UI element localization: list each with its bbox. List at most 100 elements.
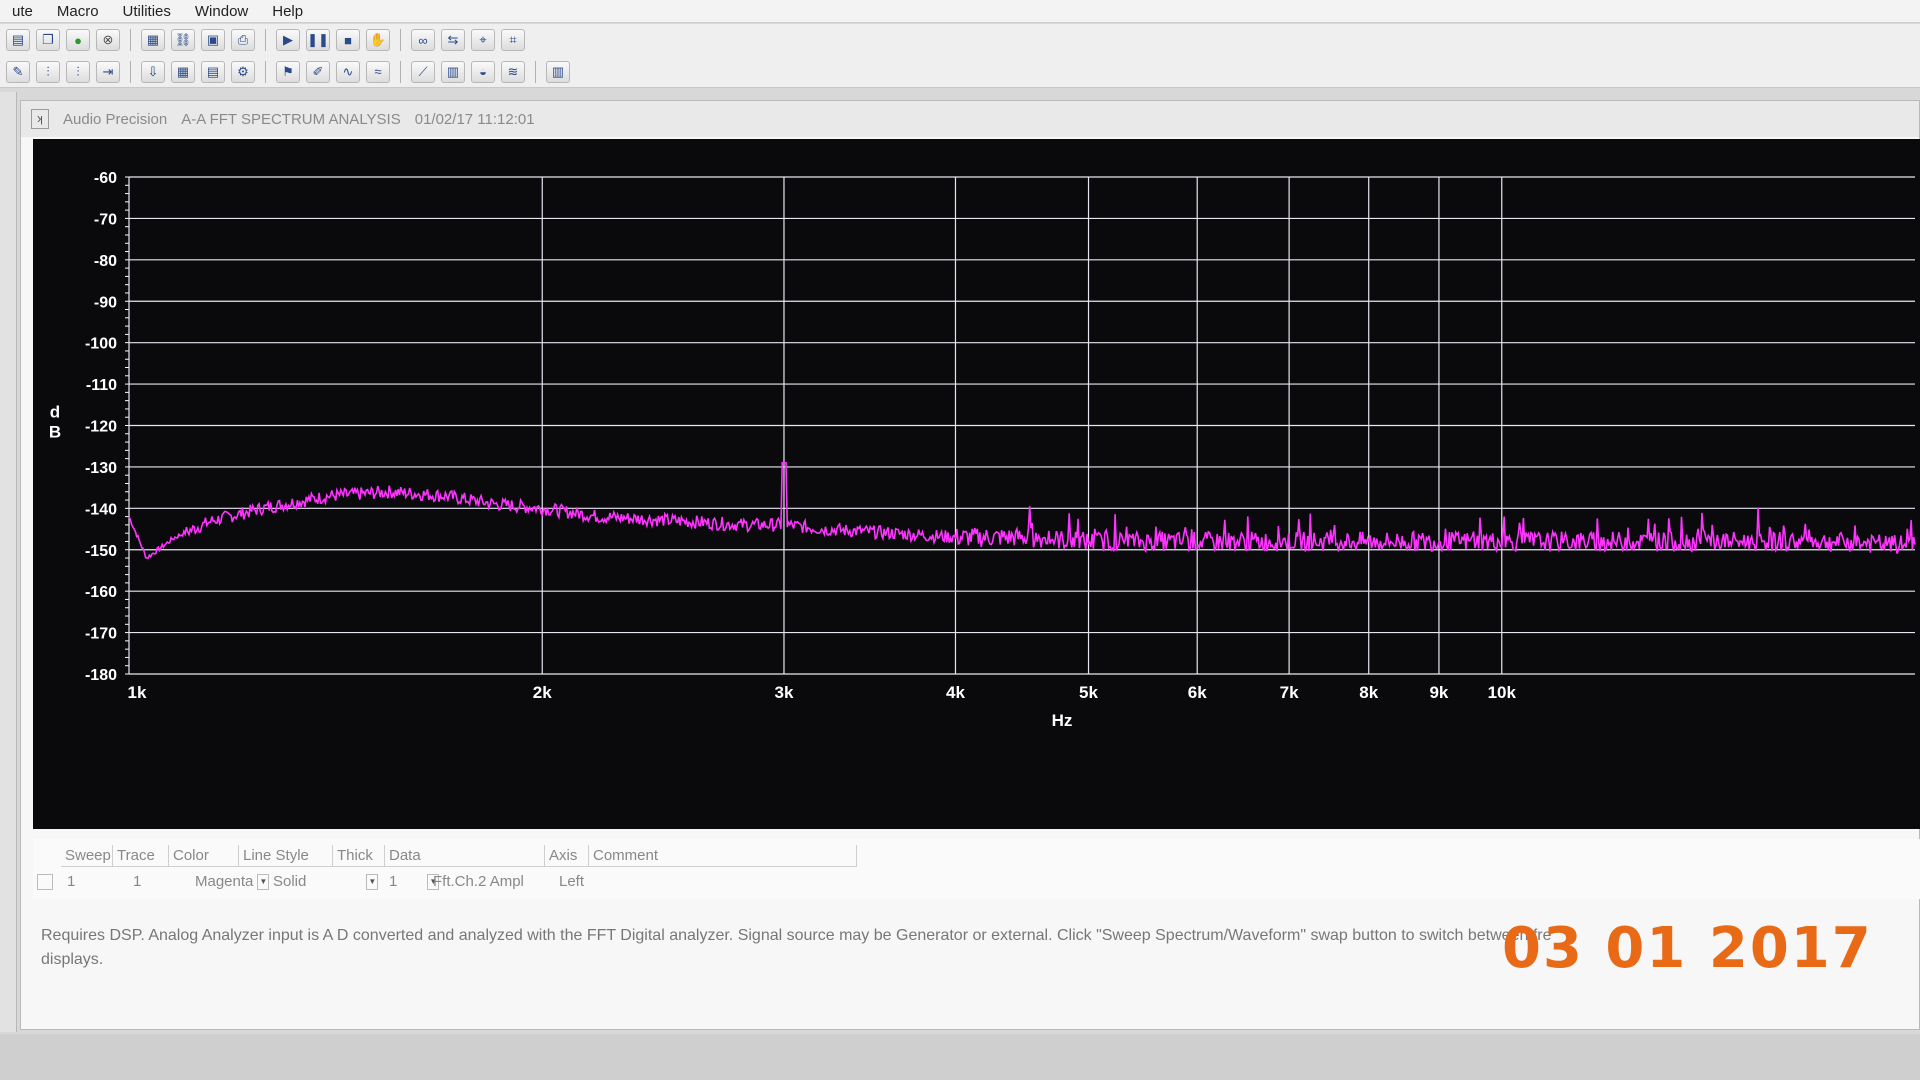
copy-icon[interactable]: ❐ [36,29,60,51]
toolbar-row-2: ✎ ⫶ ⫶ ⇥ ⇩ ▦ ▤ ⚙ ⚑ ✐ ∿ ≈ ⟋ ▥ ◒ ≋ ▥ [0,56,1920,88]
menu-item-2[interactable]: Utilities [111,3,183,20]
y-tick-label: -180 [85,667,117,684]
stop-icon[interactable]: ■ [336,29,360,51]
legend-line-style-select[interactable]: Solid ▼ [269,871,379,893]
plot-area[interactable]: -60 -70 -80 -90 -100 -110 -120 -130 -140 -150 -160… [33,139,1920,829]
y-tick-label: -70 [94,211,117,228]
x-tick-label: 9k [1429,683,1448,702]
y-axis-label: dB [49,403,61,442]
pause-icon[interactable]: ❚❚ [306,29,330,51]
graph-title-bar[interactable]: ʞ Audio Precision A-A FFT SPECTRUM ANALY… [21,101,1919,137]
menu-item-4[interactable]: Help [260,3,315,20]
sweep-icon[interactable]: ⇆ [441,29,465,51]
graph-b-icon[interactable]: ≈ [366,60,390,83]
legend-line-style: Solid [273,873,307,890]
chevron-down-icon[interactable]: ▼ [257,874,270,891]
graph-g-icon[interactable]: ▥ [546,60,570,83]
legend-color-select[interactable]: Magenta ▼ [191,871,270,893]
legend-thick: 1 [389,873,398,890]
green-run-icon[interactable]: ● [66,29,90,51]
legend-table: Sweep Trace Color Line Style Thick Data … [33,839,1920,899]
marker-icon[interactable]: ⌗ [501,29,525,51]
toolbar-separator [130,29,131,51]
hand-icon[interactable]: ✋ [366,29,390,51]
y-tick-label: -110 [86,377,117,394]
menu-item-0[interactable]: ute [0,3,45,20]
settings-icon[interactable]: ⚙ [231,60,255,83]
open-icon[interactable]: ▤ [6,29,30,51]
trace-line-fft-ch2 [128,461,1916,560]
print-icon[interactable]: ⎙ [231,29,255,51]
date-stamp: 03 01 2017 [1502,916,1873,981]
menu-item-3[interactable]: Window [183,3,260,20]
x-tick-label: 1k [128,683,147,702]
x-tick-label: 3k [775,683,794,702]
x-tick-label: 5k [1079,683,1098,702]
toolbar-separator [265,29,266,51]
mixer-icon[interactable]: ⫶ [36,60,60,83]
spectrum-chart: -60 -70 -80 -90 -100 -110 -120 -130 -140 -150 -160… [49,170,1916,730]
stop-circle-icon[interactable]: ⊗ [96,29,120,51]
legend-header-color: Color [169,845,239,867]
toolbar-separator [400,29,401,51]
graph-e-icon[interactable]: ◒ [471,60,495,83]
x-tick-label: 2k [533,683,552,702]
graph-a-icon[interactable]: ∿ [336,60,360,83]
legend-trace: 1 [133,873,142,890]
table-icon[interactable]: ▦ [171,60,195,83]
x-tick-label: 8k [1359,683,1378,702]
play-icon[interactable]: ▶ [276,29,300,51]
graph-timestamp: 01/02/17 11:12:01 [414,110,535,128]
legend-data: Fft.Ch.2 Ampl [433,873,524,890]
chevron-down-icon[interactable]: ▼ [366,874,379,891]
legend-header-trace: Trace [113,845,169,867]
legend-row-checkbox[interactable] [33,871,53,893]
left-dock-strip [0,92,17,1032]
export-icon[interactable]: ⇩ [141,60,165,83]
graph-title: A-A FFT SPECTRUM ANALYSIS [181,110,401,128]
x-axis-label: Hz [1052,711,1073,730]
graph-d-icon[interactable]: ▥ [441,60,465,83]
legend-axis: Left [559,873,585,890]
legend-header-thick: Thick [333,845,385,867]
y-tick-label: -170 [85,626,117,643]
legend-header-line-style: Line Style [239,845,333,867]
menu-bar: ute Macro Utilities Window Help [0,0,1920,23]
audio-precision-logo-icon: ʞ [31,109,49,129]
toolbar-separator [535,60,536,83]
y-tick-label: -130 [85,460,117,477]
link-icon[interactable]: ⛓ [171,29,195,51]
toolbar-separator [265,60,266,83]
flag-icon[interactable]: ⚑ [276,60,300,83]
menu-item-1[interactable]: Macro [45,3,111,20]
y-tick-label: -140 [85,501,117,518]
graph-f-icon[interactable]: ≋ [501,60,525,83]
graph-c-icon[interactable]: ⟋ [411,60,435,83]
y-tick-label: -90 [94,294,117,311]
legend-header-axis: Axis [545,845,589,867]
edit-icon[interactable]: ✐ [306,60,330,83]
brand-label: Audio Precision [63,110,168,128]
import-icon[interactable]: ⇥ [96,60,120,83]
legend-header-data: Data [385,845,545,867]
mixer2-icon[interactable]: ⫶ [66,60,90,83]
toolbar-separator [130,60,131,83]
y-tick-label: -150 [85,543,117,560]
panel-icon[interactable]: ▣ [201,29,225,51]
x-tick-label: 6k [1188,683,1207,702]
tool-icon[interactable]: ✎ [6,60,30,83]
binoculars-icon[interactable]: ∞ [411,29,435,51]
graph-window: ʞ Audio Precision A-A FFT SPECTRUM ANALY… [20,100,1920,1030]
x-tick-label: 7k [1280,683,1299,702]
sheet-icon[interactable]: ▤ [201,60,225,83]
x-tick-label: 4k [946,683,965,702]
y-tick-label: -60 [94,170,117,187]
legend-header-comment: Comment [589,845,857,867]
toolbar-row-1: ▤ ❐ ● ⊗ ▦ ⛓ ▣ ⎙ ▶ ❚❚ ■ ✋ ∞ ⇆ ⌖ ⌗ [0,24,1920,56]
y-tick-label: -120 [85,419,117,436]
grid-icon[interactable]: ▦ [141,29,165,51]
y-tick-label: -100 [85,336,117,353]
toolbar-separator [400,60,401,83]
cursor-icon[interactable]: ⌖ [471,29,495,51]
legend-sweep: 1 [67,873,76,890]
